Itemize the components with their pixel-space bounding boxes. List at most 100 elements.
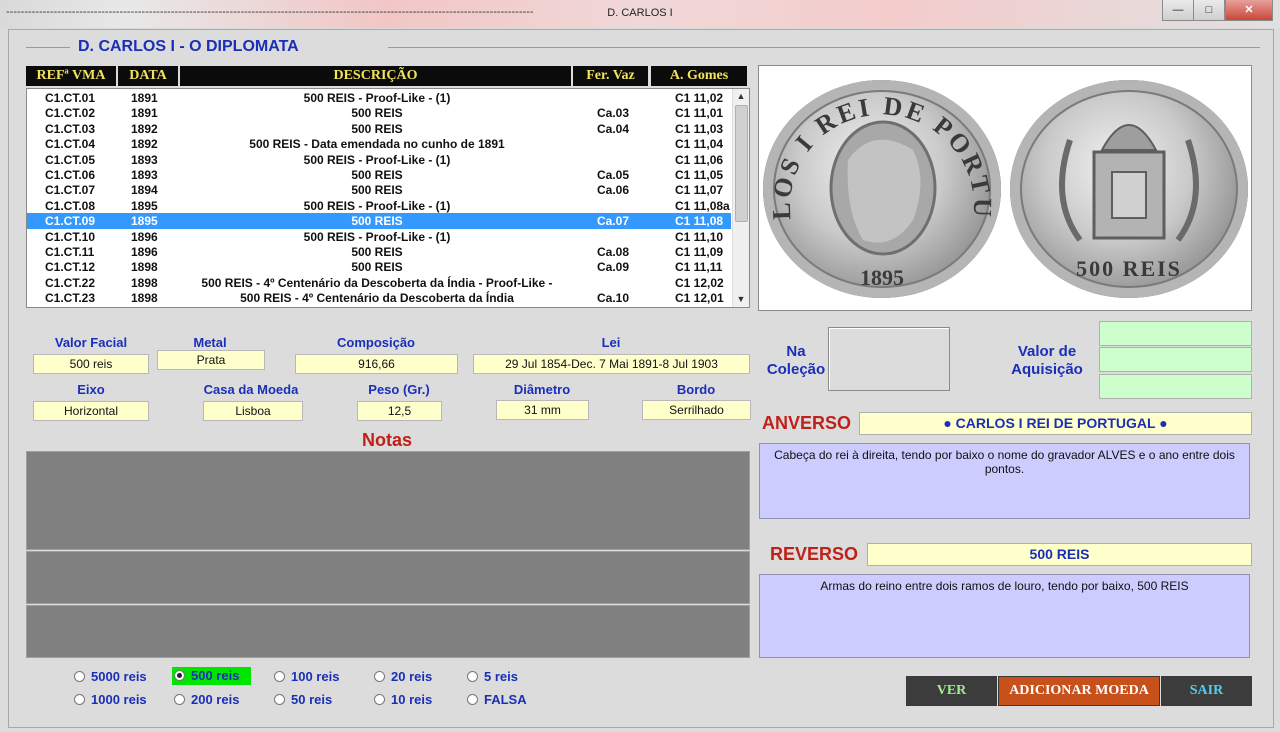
table-row[interactable]: C1.CT.04 1892 500 REIS - Data emendada no … [27, 136, 731, 151]
notas-area-3[interactable] [26, 605, 750, 658]
column-header-fer-vaz[interactable]: Fer. Vaz [573, 66, 648, 86]
row-ref: C1.CT.04 [45, 137, 96, 152]
aquisicao-field-1[interactable] [1099, 321, 1252, 346]
aquisicao-field-2[interactable] [1099, 347, 1252, 372]
peso-field[interactable]: 12,5 [357, 401, 442, 421]
row-ref: C1.CT.10 [45, 229, 96, 244]
row-a-gomes: C1 11,08a [675, 198, 730, 213]
row-ref: C1.CT.11 [45, 245, 95, 259]
casa-moeda-field[interactable]: Lisboa [203, 401, 303, 421]
radio-dot-icon [374, 694, 385, 705]
bordo-field[interactable]: Serrilhado [642, 400, 751, 420]
row-a-gomes: C1 11,08 [675, 214, 724, 229]
radio-dot-icon [74, 671, 85, 682]
column-header-a-gomes[interactable]: A. Gomes [651, 66, 747, 86]
radio-5-reis[interactable]: 5 reis [467, 668, 518, 686]
reverso-legend-field[interactable]: 500 REIS [867, 543, 1252, 566]
row-data: 1892 [131, 137, 158, 152]
close-button[interactable]: ✕ [1225, 0, 1273, 21]
row-data: 1894 [131, 183, 158, 198]
valor-facial-field[interactable]: 500 reis [33, 354, 149, 374]
scroll-thumb[interactable] [735, 105, 748, 222]
row-descricao: 500 REIS [351, 106, 403, 121]
radio-dot-icon [274, 694, 285, 705]
row-a-gomes: C1 12,01 [675, 291, 724, 306]
radio-label: 5 reis [484, 669, 518, 684]
na-colecao-line1: Na [786, 343, 806, 360]
column-header-ref[interactable]: REFª VMA [26, 66, 116, 86]
coin-list[interactable]: C1.CT.01 1891 500 REIS - Proof-Like - (1) C… [26, 88, 750, 308]
diametro-field[interactable]: 31 mm [496, 400, 589, 420]
composicao-field[interactable]: 916,66 [295, 354, 458, 374]
radio-10-reis[interactable]: 10 reis [374, 691, 432, 709]
notas-area-1[interactable] [26, 451, 750, 550]
row-fer-vaz: Ca.03 [597, 106, 630, 121]
radio-200-reis[interactable]: 200 reis [174, 691, 239, 709]
ver-button[interactable]: VER [906, 676, 997, 706]
sair-button[interactable]: SAIR [1161, 676, 1252, 706]
radio-dot-icon [174, 670, 185, 681]
table-row[interactable]: C1.CT.02 1891 500 REIS Ca.03 C1 11,01 [27, 105, 731, 120]
table-row[interactable]: C1.CT.01 1891 500 REIS - Proof-Like - (1) C… [27, 90, 731, 105]
row-a-gomes: C1 12,02 [675, 275, 724, 290]
metal-field[interactable]: Prata [157, 350, 265, 370]
radio-5000-reis[interactable]: 5000 reis [74, 668, 147, 686]
radio-20-reis[interactable]: 20 reis [374, 668, 432, 686]
column-header-descricao[interactable]: DESCRIÇÃO [180, 66, 571, 86]
radio-50-reis[interactable]: 50 reis [274, 691, 332, 709]
reverso-description[interactable]: Armas do reino entre dois ramos de louro… [759, 574, 1250, 658]
column-header-data[interactable]: DATA [118, 66, 178, 86]
row-descricao: 500 REIS [351, 183, 403, 198]
radio-falsa[interactable]: FALSA [467, 691, 527, 709]
valor-aquisicao-line1: Valor de [1017, 343, 1077, 360]
adicionar-moeda-button[interactable]: ADICIONAR MOEDA [998, 676, 1160, 706]
eixo-label: Eixo [77, 382, 105, 397]
radio-1000-reis[interactable]: 1000 reis [74, 691, 147, 709]
radio-label: 1000 reis [91, 692, 147, 707]
lei-field[interactable]: 29 Jul 1854-Dec. 7 Mai 1891-8 Jul 1903 [473, 354, 750, 374]
table-row[interactable]: C1.CT.03 1892 500 REIS Ca.04 C1 11,03 [27, 121, 731, 136]
eixo-field[interactable]: Horizontal [33, 401, 149, 421]
coin-obverse: CARLOS I REI DE PORTUGAL 1895 [763, 80, 1001, 298]
radio-label: 50 reis [291, 692, 333, 707]
radio-dot-icon [374, 671, 385, 682]
table-row[interactable]: C1.CT.06 1893 500 REIS Ca.05 C1 11,05 [27, 167, 731, 182]
row-descricao: 500 REIS [351, 168, 403, 182]
anverso-description[interactable]: Cabeça do rei à direita, tendo por baixo… [759, 443, 1250, 519]
aquisicao-field-3[interactable] [1099, 374, 1252, 399]
radio-label: 5000 reis [91, 669, 147, 684]
anverso-legend-field[interactable]: ● CARLOS I REI DE PORTUGAL ● [859, 412, 1252, 435]
row-ref: C1.CT.08 [45, 198, 96, 213]
radio-100-reis[interactable]: 100 reis [274, 668, 339, 686]
list-scrollbar[interactable]: ▲ ▼ [732, 89, 749, 307]
reverse-legend: 500 REIS [1076, 256, 1182, 281]
row-descricao: 500 REIS [351, 214, 403, 229]
table-row[interactable]: C1.CT.23 1898 500 REIS - 4º Centenário da … [27, 290, 731, 305]
row-data: 1892 [131, 121, 158, 136]
obverse-date: 1895 [860, 265, 904, 290]
window-title: D. CARLOS I [607, 7, 673, 19]
maximize-button[interactable]: □ [1193, 0, 1225, 21]
table-row[interactable]: C1.CT.22 1898 500 REIS - 4º Centenário da … [27, 275, 731, 290]
table-row[interactable]: C1.CT.05 1893 500 REIS - Proof-Like - (1) C… [27, 152, 731, 167]
colecao-checkbox-area[interactable] [828, 327, 950, 391]
row-data: 1895 [131, 198, 158, 213]
notas-area-2[interactable] [26, 551, 750, 604]
table-row[interactable]: C1.CT.11 1896 500 REIS Ca.08 C1 11,09 [27, 244, 731, 259]
radio-label: 10 reis [391, 692, 433, 707]
table-row[interactable]: C1.CT.07 1894 500 REIS Ca.06 C1 11,07 [27, 182, 731, 197]
row-a-gomes: C1 11,09 [675, 245, 724, 259]
table-row[interactable]: C1.CT.10 1896 500 REIS - Proof-Like - (1) C… [27, 229, 731, 244]
table-row[interactable]: C1.CT.08 1895 500 REIS - Proof-Like - (1) C… [27, 198, 731, 213]
table-row[interactable]: C1.CT.09 1895 500 REIS Ca.07 C1 11,08 [27, 213, 731, 229]
scroll-down-icon[interactable]: ▼ [733, 292, 749, 307]
row-data: 1898 [131, 260, 158, 275]
radio-500-reis[interactable]: 500 reis [172, 667, 252, 685]
scroll-up-icon[interactable]: ▲ [733, 89, 749, 104]
minimize-button[interactable]: — [1162, 0, 1194, 21]
table-row[interactable]: C1.CT.12 1898 500 REIS Ca.09 C1 11,11 [27, 259, 731, 274]
row-a-gomes: C1 11,01 [675, 106, 724, 121]
valor-facial-label: Valor Facial [54, 335, 128, 350]
page-title: D. CARLOS I - O DIPLOMATA [78, 38, 299, 55]
valor-aquisicao-line2: Aquisição [1011, 361, 1083, 378]
